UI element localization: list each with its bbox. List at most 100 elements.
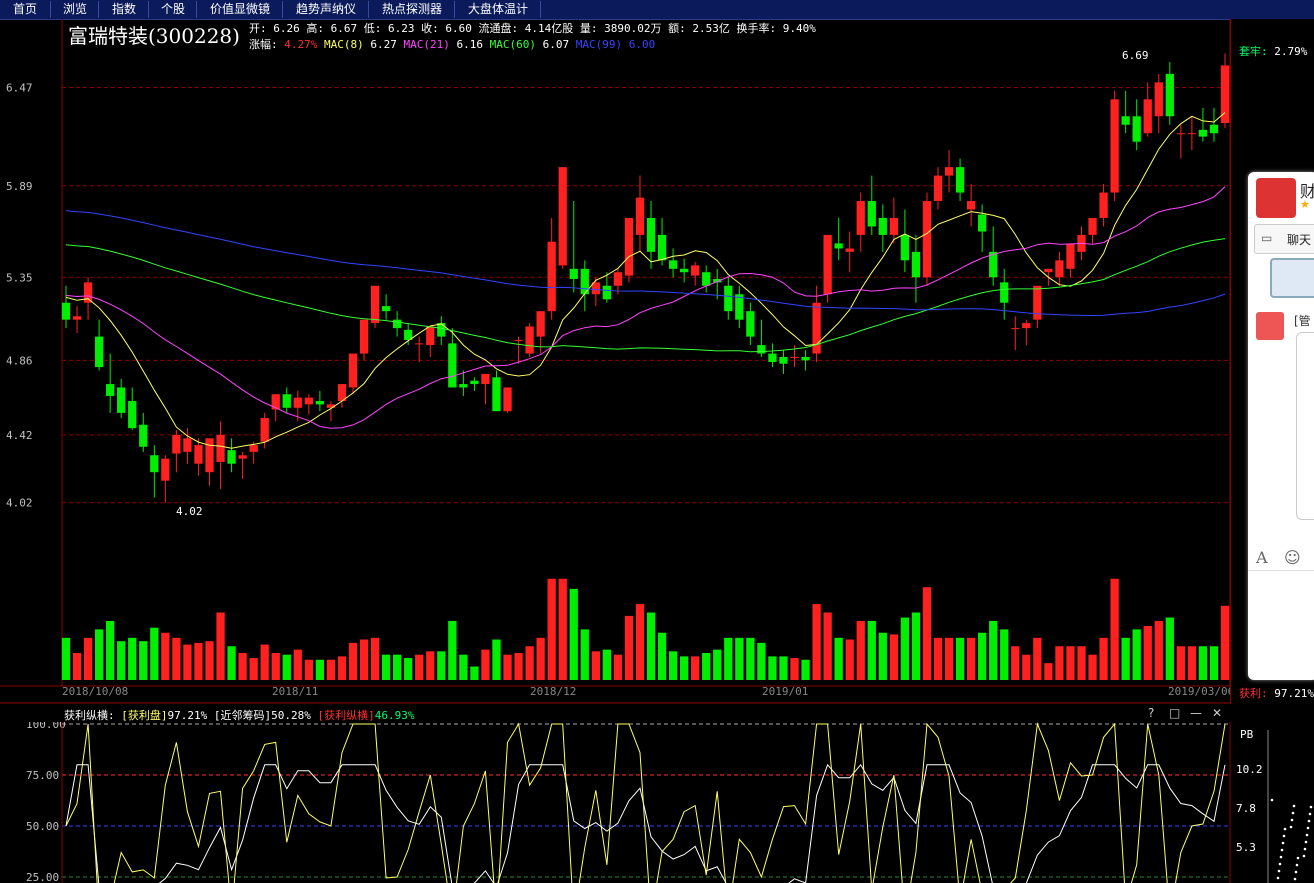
open-label: 开: <box>249 22 267 35</box>
pb-dot <box>1303 847 1307 851</box>
volume-bar <box>183 644 192 680</box>
volume-bar <box>1176 646 1185 680</box>
change-label: 涨幅: <box>249 38 278 51</box>
huoli-readout: 获利: 97.21% <box>1239 687 1314 700</box>
volume-bar <box>702 653 711 680</box>
candle-body <box>1022 323 1031 329</box>
volume-bar <box>271 653 280 680</box>
candle-body <box>569 268 578 279</box>
pb-dot <box>1280 848 1284 852</box>
low-mark: 4.02 <box>176 505 203 518</box>
minimize-button[interactable]: — <box>1190 706 1202 720</box>
chat-note: [管 <box>1294 314 1311 328</box>
candle-body <box>83 282 93 303</box>
candle-body <box>161 458 170 481</box>
turnover-value: 9.40% <box>782 22 816 35</box>
candle-body <box>779 356 788 364</box>
ma-line-99 <box>65 210 1226 317</box>
pb-tick: 7.8 <box>1236 802 1256 815</box>
candle-body <box>1000 282 1009 303</box>
candle-body <box>1121 116 1130 125</box>
volume-bar <box>889 634 898 680</box>
emoji-icon[interactable]: ☺ <box>1284 548 1301 567</box>
volume-bar <box>1132 629 1141 680</box>
candle-body <box>205 438 214 473</box>
candle-body <box>624 217 634 276</box>
pb-dot <box>1295 863 1299 867</box>
candle-body <box>348 353 358 388</box>
candle-body <box>790 356 799 358</box>
volume-bar <box>216 612 225 680</box>
volume-bar <box>536 637 545 680</box>
chat-tab[interactable]: ▭ 聊天 <box>1254 224 1314 254</box>
volume-bar <box>249 658 258 680</box>
candle-body <box>679 268 689 273</box>
volume-bar <box>393 654 402 680</box>
kline-chart[interactable]: 6.47 5.89 5.35 4.86 4.42 4.02 6.69 4.02 2018/10/… <box>0 0 1314 883</box>
maximize-button[interactable]: □ <box>1169 706 1180 720</box>
candle-body <box>668 260 678 269</box>
volume-bar <box>326 659 336 680</box>
candle-body <box>911 251 921 278</box>
volume-bar <box>779 656 788 680</box>
candle-body <box>613 272 623 286</box>
candle-body <box>1066 243 1075 269</box>
candle-body <box>768 353 777 363</box>
candle-body <box>944 167 954 176</box>
volume-bar <box>448 620 457 680</box>
candle-body <box>459 384 468 388</box>
price-tick: 5.35 <box>6 271 33 284</box>
member-avatar <box>1256 312 1284 340</box>
volume-bar <box>724 637 733 680</box>
stock-title: 富瑞特装(300228) <box>68 20 240 49</box>
candle-body <box>139 424 148 447</box>
candle-body <box>922 201 932 278</box>
candle-body <box>856 201 865 235</box>
volume-bar <box>834 637 843 680</box>
high-value: 6.67 <box>330 22 358 35</box>
candle-body <box>691 265 700 276</box>
candle-body <box>415 343 424 345</box>
date-tick: 2019/03/06 <box>1168 685 1234 698</box>
candle-body <box>194 445 203 464</box>
volume-bar <box>757 642 766 680</box>
close-label: 收: <box>421 22 439 35</box>
close-button[interactable]: ✕ <box>1212 706 1222 720</box>
mac21-value: 6.16 <box>456 38 483 51</box>
message-input[interactable] <box>1248 570 1314 680</box>
price-tick: 4.42 <box>6 429 33 442</box>
candle-body <box>128 401 137 429</box>
pb-dot <box>1283 827 1287 831</box>
volume-bar <box>282 654 291 680</box>
candle-body <box>1011 328 1020 330</box>
pb-dot <box>1308 812 1312 816</box>
volume-bar <box>437 651 446 680</box>
taolao-readout: 套牢: 2.79% <box>1239 45 1308 58</box>
candle-body <box>1198 129 1208 137</box>
mac99-value: 6.00 <box>628 38 656 51</box>
high-mark: 6.69 <box>1122 49 1149 62</box>
chat-popup[interactable]: 财 ★ ▭ 聊天 [管 A ☺ <box>1248 172 1314 680</box>
candle-body <box>966 201 976 210</box>
candle-body <box>867 201 876 227</box>
candle-body <box>448 343 457 388</box>
volume-bar <box>514 653 523 680</box>
volume-bar <box>1088 654 1097 680</box>
indicator-header: 获利纵横: [获利盘]97.21% [近邻筹码]50.28% [获利纵横]46.… <box>0 704 1232 722</box>
preview-thumbnail[interactable] <box>1270 258 1314 298</box>
candle-body <box>536 311 545 337</box>
candle-body <box>381 306 391 312</box>
candle-body <box>117 387 126 413</box>
volume-bar <box>646 612 656 680</box>
candle-body <box>481 373 490 385</box>
help-button[interactable]: ? <box>1148 706 1154 720</box>
volume-bar <box>1011 646 1020 680</box>
candle-body <box>437 323 446 337</box>
pb-dot <box>1293 877 1297 881</box>
candle-body <box>1088 217 1097 235</box>
candle-body <box>900 234 910 261</box>
font-icon[interactable]: A <box>1256 548 1268 567</box>
chat-icon: ▭ <box>1261 231 1273 245</box>
pb-dot <box>1291 811 1295 815</box>
pb-dot <box>1276 876 1280 880</box>
